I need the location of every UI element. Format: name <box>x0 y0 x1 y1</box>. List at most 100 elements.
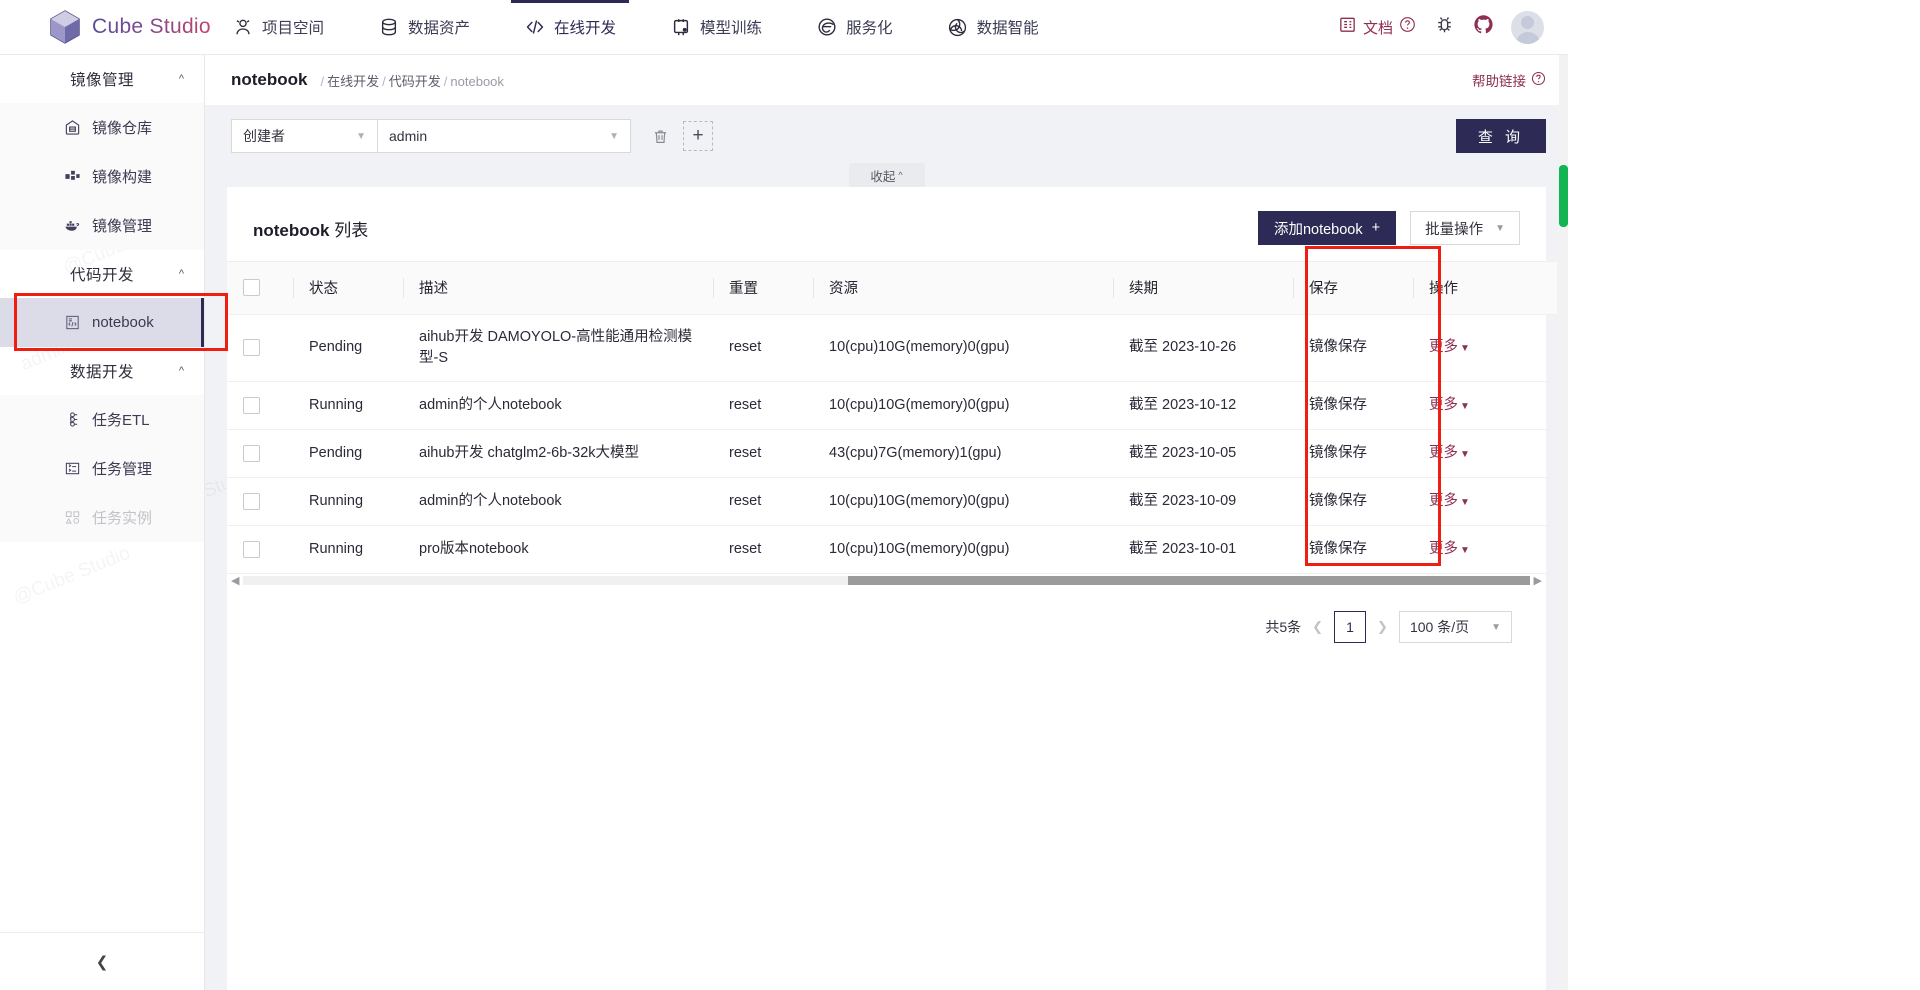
pagination-prev[interactable]: ❮ <box>1312 619 1323 635</box>
filter-value-input[interactable]: admin ▼ <box>377 119 631 153</box>
collapse-filters-toggle[interactable]: 收起 ^ <box>848 163 925 187</box>
row-more-link[interactable]: 更多 ▼ <box>1429 493 1470 509</box>
table-row[interactable]: Running pro版本notebook reset 10(cpu)10G(m… <box>227 524 1557 574</box>
row-description: admin的个人notebook <box>403 380 713 430</box>
row-reset-link[interactable]: reset <box>713 313 813 382</box>
table-horizontal-scrollbar[interactable]: ◀ ▶ <box>227 573 1546 588</box>
row-checkbox[interactable] <box>243 492 260 510</box>
nav-tab-project-space[interactable]: 项目空间 <box>205 0 351 55</box>
scroll-left-arrow[interactable]: ◀ <box>231 574 239 587</box>
scroll-track[interactable] <box>243 576 1530 586</box>
page-scrollbar-thumb[interactable] <box>1559 165 1568 227</box>
column-save[interactable]: 保存 <box>1293 262 1413 314</box>
chevron-left-icon[interactable]: ❮ <box>96 953 109 971</box>
docs-link[interactable]: 文档 <box>1329 15 1425 39</box>
column-resource[interactable]: 资源 <box>813 262 1113 314</box>
sidebar-item-image-repo[interactable]: 镜像仓库 <box>0 103 204 152</box>
query-button[interactable]: 查 询 <box>1455 119 1546 153</box>
sidebar-item-image-manage[interactable]: 镜像管理 <box>0 201 204 250</box>
question-circle-icon[interactable] <box>1399 16 1416 38</box>
delete-filter-button[interactable] <box>643 119 677 153</box>
sidebar-sub-code-dev: notebook <box>0 298 204 347</box>
row-renew-link[interactable]: 截至 2023-10-26 <box>1113 313 1293 382</box>
select-all-checkbox[interactable] <box>243 279 260 297</box>
breadcrumb-segment-0[interactable]: 在线开发 <box>327 74 379 89</box>
sidebar-group-data-dev[interactable]: 数据开发 ^ <box>0 347 204 395</box>
row-more-link[interactable]: 更多 ▼ <box>1429 397 1470 413</box>
row-select-cell <box>227 380 293 430</box>
nav-tab-data-assets[interactable]: 数据资产 <box>351 0 497 55</box>
row-reset-link[interactable]: reset <box>713 476 813 526</box>
sidebar-item-task-etl[interactable]: 任务ETL <box>0 395 204 444</box>
row-checkbox[interactable] <box>243 339 260 357</box>
row-checkbox[interactable] <box>243 396 260 414</box>
row-more-label: 更多 <box>1429 339 1458 355</box>
database-icon <box>378 17 399 38</box>
column-description[interactable]: 描述 <box>403 262 713 314</box>
sidebar-item-label: 任务ETL <box>92 412 150 429</box>
nav-tab-serving[interactable]: 服务化 <box>789 0 920 55</box>
sidebar-group-label: 数据开发 <box>69 364 134 381</box>
add-notebook-button[interactable]: 添加notebook + <box>1257 211 1397 245</box>
help-link[interactable]: 帮助链接 <box>1472 70 1546 90</box>
column-label: 保存 <box>1309 281 1338 298</box>
scroll-right-arrow[interactable]: ▶ <box>1534 574 1542 587</box>
row-more-link[interactable]: 更多 ▼ <box>1429 339 1470 355</box>
sidebar-item-task-manage[interactable]: 任务管理 <box>0 444 204 493</box>
panel-title: notebook 列表 <box>253 216 368 241</box>
table-row[interactable]: Running admin的个人notebook reset 10(cpu)10… <box>227 476 1557 526</box>
row-save-link[interactable]: 镜像保存 <box>1293 380 1413 430</box>
row-status: Running <box>293 524 403 574</box>
github-link[interactable] <box>1464 14 1503 40</box>
row-reset-link[interactable]: reset <box>713 380 813 430</box>
breadcrumb-bar: notebook / 在线开发 / 代码开发 / notebook 帮助链接 <box>205 55 1568 105</box>
sidebar-item-image-build[interactable]: 镜像构建 <box>0 152 204 201</box>
row-reset-link[interactable]: reset <box>713 524 813 574</box>
sidebar-item-task-instance[interactable]: 任务实例 <box>0 493 204 542</box>
table-row[interactable]: Running admin的个人notebook reset 10(cpu)10… <box>227 380 1557 430</box>
building-icon <box>1338 15 1357 39</box>
collapse-filters-label: 收起 <box>870 169 896 184</box>
batch-operation-button[interactable]: 批量操作 ▼ <box>1410 211 1520 245</box>
sidebar-group-image-mgmt[interactable]: 镜像管理 ^ <box>0 55 204 103</box>
row-reset-link[interactable]: reset <box>713 428 813 478</box>
column-status[interactable]: 状态 <box>293 262 403 314</box>
filter-field-select[interactable]: 创建者 ▼ <box>231 119 377 153</box>
row-save-link[interactable]: 镜像保存 <box>1293 524 1413 574</box>
bug-report-button[interactable] <box>1425 14 1464 40</box>
column-renew[interactable]: 续期 <box>1113 262 1293 314</box>
sidebar-item-notebook[interactable]: notebook <box>0 298 204 347</box>
page-size-select[interactable]: 100 条/页 ▼ <box>1398 611 1512 644</box>
row-checkbox[interactable] <box>243 540 260 558</box>
column-action[interactable]: 操作 <box>1413 262 1557 314</box>
sidebar-footer: ❮ <box>0 932 204 990</box>
brand-logo-area[interactable]: Cube Studio <box>0 10 211 44</box>
user-avatar[interactable] <box>1511 10 1544 44</box>
row-renew-link[interactable]: 截至 2023-10-01 <box>1113 524 1293 574</box>
instance-icon <box>64 509 81 526</box>
filter-area: 创建者 ▼ admin ▼ + 查 询 收起 ^ <box>205 105 1568 187</box>
breadcrumb-segment-1[interactable]: 代码开发 <box>389 74 441 89</box>
table-row[interactable]: Pending aihub开发 chatglm2-6b-32k大模型 reset… <box>227 428 1557 478</box>
nav-tab-model-training[interactable]: 模型训练 <box>643 0 789 55</box>
sidebar-group-code-dev[interactable]: 代码开发 ^ <box>0 250 204 298</box>
column-reset[interactable]: 重置 <box>713 262 813 314</box>
row-renew-link[interactable]: 截至 2023-10-05 <box>1113 428 1293 478</box>
row-renew-link[interactable]: 截至 2023-10-09 <box>1113 476 1293 526</box>
row-save-link[interactable]: 镜像保存 <box>1293 313 1413 382</box>
table-row[interactable]: Pending aihub开发 DAMOYOLO-高性能通用检测模型-S res… <box>227 313 1557 382</box>
page-scrollbar[interactable] <box>1559 55 1568 990</box>
pagination-next[interactable]: ❯ <box>1377 619 1388 635</box>
nav-tab-online-dev[interactable]: 在线开发 <box>497 0 643 55</box>
add-filter-button[interactable]: + <box>683 121 713 151</box>
nav-tab-data-intelligence[interactable]: 数据智能 <box>920 0 1066 55</box>
row-more-link[interactable]: 更多 ▼ <box>1429 541 1470 557</box>
row-renew-link[interactable]: 截至 2023-10-12 <box>1113 380 1293 430</box>
pagination-page-1[interactable]: 1 <box>1334 611 1367 644</box>
row-more-link[interactable]: 更多 ▼ <box>1429 445 1470 461</box>
row-save-link[interactable]: 镜像保存 <box>1293 476 1413 526</box>
row-save-link[interactable]: 镜像保存 <box>1293 428 1413 478</box>
empty-right-margin <box>1568 0 1920 990</box>
scroll-thumb[interactable] <box>847 576 1530 586</box>
row-checkbox[interactable] <box>243 444 260 462</box>
